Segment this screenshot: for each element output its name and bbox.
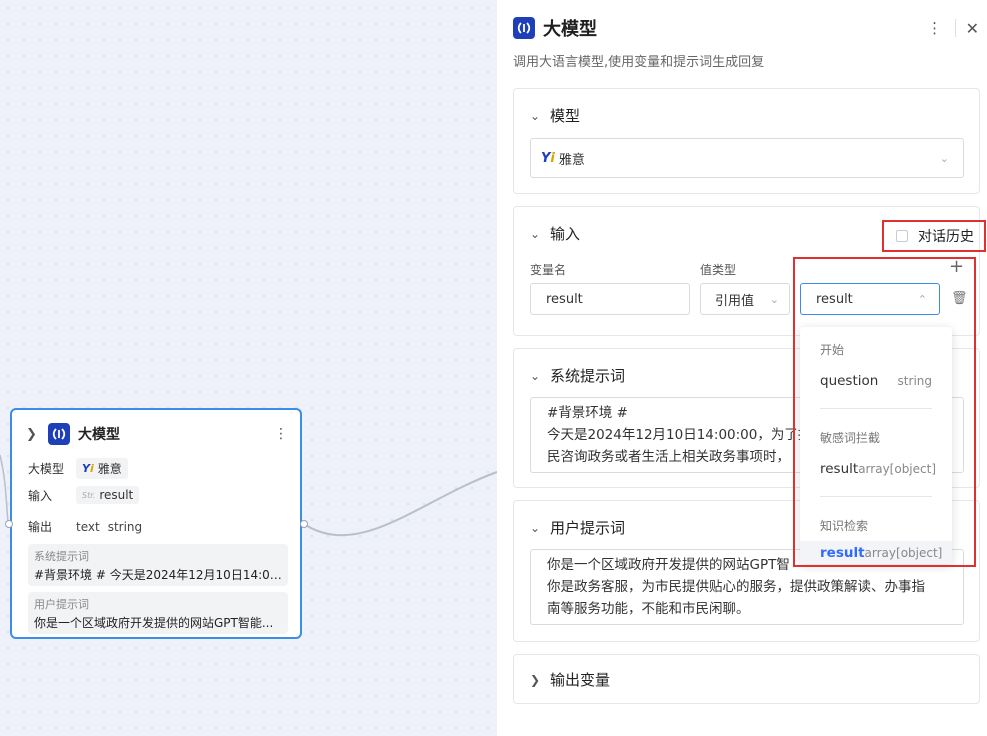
option-name: question <box>820 373 879 389</box>
dropdown-option-selected[interactable]: result array[object] <box>800 541 952 564</box>
workflow-canvas[interactable]: ❯ 大模型 ⋮ 大模型 Yi 雅意 输入 Str. result 输出 text… <box>0 0 497 736</box>
option-name: result <box>820 461 859 477</box>
llm-node[interactable]: ❯ 大模型 ⋮ 大模型 Yi 雅意 输入 Str. result 输出 text… <box>10 408 302 639</box>
user-prompt-title[interactable]: 用户提示词 <box>550 517 625 538</box>
option-name: result <box>820 544 865 561</box>
option-type: array[object] <box>858 462 937 476</box>
chevron-down-icon[interactable]: ⌄ <box>530 109 542 123</box>
node-user-prompt-preview: 你是一个区域政府开发提供的网站GPT智能... <box>34 616 274 630</box>
output-name: text <box>76 519 100 534</box>
node-row-input: 输入 Str. result <box>28 486 140 504</box>
col-value-type: 值类型 <box>700 263 737 277</box>
value-type-value: 引用值 <box>715 293 755 309</box>
col-var-name: 变量名 <box>530 263 567 277</box>
chevron-right-icon[interactable]: ❯ <box>530 673 542 687</box>
var-name-value: result <box>546 291 583 307</box>
node-user-prompt: 用户提示词 你是一个区域政府开发提供的网站GPT智能... <box>28 592 288 634</box>
reference-select[interactable]: result ⌃ <box>800 283 940 315</box>
model-section: ⌄ 模型 Yi 雅意 ⌄ <box>513 88 980 194</box>
model-chip: Yi 雅意 <box>76 458 128 479</box>
dropdown-group-label: 开始 <box>820 343 845 357</box>
history-checkbox-wrap[interactable]: 对话历史 <box>882 220 986 252</box>
chevron-right-icon[interactable]: ❯ <box>26 427 40 442</box>
node-row-model: 大模型 Yi 雅意 <box>28 458 128 479</box>
edge-outgoing <box>303 471 497 536</box>
chevron-down-icon: ⌄ <box>939 151 949 165</box>
model-logo-icon <box>513 17 535 39</box>
model-chip-value: 雅意 <box>97 462 122 476</box>
output-section-title[interactable]: 输出变量 <box>550 669 610 690</box>
chevron-up-icon: ⌃ <box>917 292 927 306</box>
user-prompt-line: 你是政务客服，为市民提供贴心的服务，提供政策解读、办事指 <box>547 579 925 595</box>
value-type-select[interactable]: 引用值 ⌄ <box>700 283 790 315</box>
model-label: 大模型 <box>28 462 65 476</box>
output-label: 输出 <box>28 520 53 534</box>
delete-icon[interactable]: 🗑 <box>951 291 968 306</box>
dropdown-option[interactable]: result array[object] <box>800 454 952 484</box>
divider <box>954 19 956 37</box>
dropdown-divider <box>820 408 932 409</box>
model-select[interactable]: Yi 雅意 ⌄ <box>530 138 964 178</box>
close-icon[interactable]: ✕ <box>966 19 979 38</box>
node-output-handle[interactable] <box>300 520 308 528</box>
add-variable-icon[interactable]: + <box>949 258 964 276</box>
dropdown-group-label: 知识检索 <box>820 519 869 533</box>
node-user-prompt-label: 用户提示词 <box>34 598 89 611</box>
model-select-value: 雅意 <box>558 152 585 168</box>
node-input-handle[interactable] <box>5 520 13 528</box>
node-system-prompt-preview: #背景环境 # 今天是2024年12月10日14:00:0... <box>34 568 282 582</box>
option-type: string <box>897 374 932 388</box>
output-type: string <box>107 519 143 534</box>
dropdown-divider <box>820 496 932 497</box>
chevron-down-icon[interactable]: ⌄ <box>530 521 542 535</box>
yi-logo-icon: Yi <box>82 462 94 475</box>
system-prompt-title[interactable]: 系统提示词 <box>550 365 625 386</box>
model-logo-icon <box>48 423 70 445</box>
var-name-input[interactable]: result <box>530 283 690 315</box>
input-chip: Str. result <box>76 486 140 504</box>
chevron-down-icon[interactable]: ⌄ <box>530 369 542 383</box>
dropdown-group-label: 敏感词拦截 <box>820 431 881 445</box>
user-prompt-line: 南等服务功能，不能和市民闲聊。 <box>547 601 750 617</box>
option-type: array[object] <box>864 545 943 560</box>
more-vertical-icon[interactable]: ⋮ <box>925 19 945 37</box>
panel-title: 大模型 <box>543 19 597 40</box>
model-section-title[interactable]: 模型 <box>550 105 580 126</box>
reference-dropdown: 开始 question string 敏感词拦截 result array[ob… <box>800 327 952 564</box>
input-section-title[interactable]: 输入 <box>550 223 580 244</box>
node-system-prompt-label: 系统提示词 <box>34 550 89 563</box>
chevron-down-icon[interactable]: ⌄ <box>530 227 542 241</box>
yi-logo-icon: Yi <box>541 150 555 166</box>
node-system-prompt: 系统提示词 #背景环境 # 今天是2024年12月10日14:00:0... <box>28 544 288 586</box>
node-title: 大模型 <box>78 427 120 443</box>
input-chip-value: result <box>99 488 134 502</box>
dropdown-option[interactable]: question string <box>800 366 952 396</box>
reference-value: result <box>816 291 853 307</box>
edge-incoming <box>0 454 9 523</box>
chevron-down-icon: ⌄ <box>769 292 779 306</box>
node-row-output: 输出 text string <box>28 518 142 535</box>
output-section: ❯ 输出变量 <box>513 654 980 704</box>
history-checkbox-label: 对话历史 <box>918 229 974 245</box>
input-label: 输入 <box>28 488 53 503</box>
panel-description: 调用大语言模型,使用变量和提示词生成回复 <box>513 55 765 70</box>
string-type-icon: Str. <box>82 490 96 500</box>
history-checkbox[interactable] <box>896 230 908 242</box>
more-vertical-icon[interactable]: ⋮ <box>274 427 288 441</box>
input-section: ⌄ 输入 对话历史 变量名 值类型 + result 引用值 ⌄ result … <box>513 206 986 336</box>
